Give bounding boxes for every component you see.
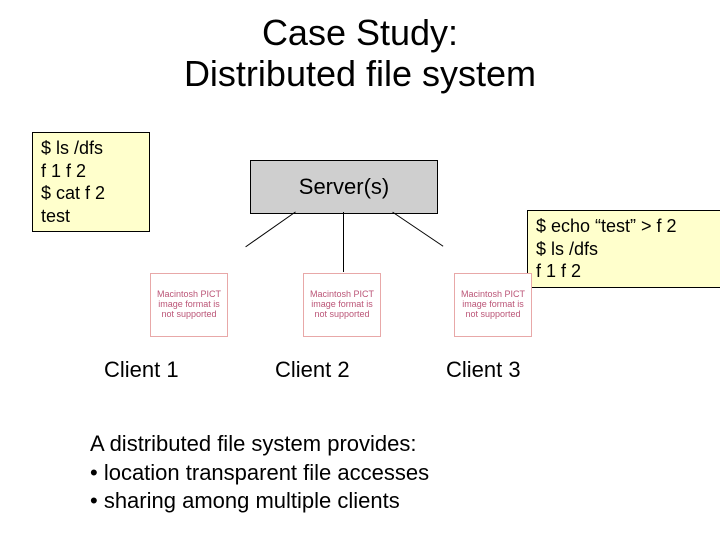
slide-title: Case Study: Distributed file system <box>0 12 720 95</box>
server-label: Server(s) <box>299 174 389 200</box>
pict-text: Macintosh PICT image format is not suppo… <box>308 290 376 320</box>
title-line-2: Distributed file system <box>184 53 536 94</box>
body-bullet-1: • location transparent file accesses <box>90 460 429 485</box>
terminal-callout-right: $ echo “test” > f 2 $ ls /dfs f 1 f 2 <box>527 210 720 288</box>
connector-line <box>245 211 296 247</box>
pict-placeholder: Macintosh PICT image format is not suppo… <box>150 273 228 337</box>
pict-text: Macintosh PICT image format is not suppo… <box>459 290 527 320</box>
client-3-label: Client 3 <box>446 357 521 383</box>
body-intro: A distributed file system provides: <box>90 431 416 456</box>
pict-placeholder: Macintosh PICT image format is not suppo… <box>303 273 381 337</box>
terminal-callout-left: $ ls /dfs f 1 f 2 $ cat f 2 test <box>32 132 150 232</box>
connector-line <box>392 211 443 246</box>
pict-text: Macintosh PICT image format is not suppo… <box>155 290 223 320</box>
server-box: Server(s) <box>250 160 438 214</box>
client-2-label: Client 2 <box>275 357 350 383</box>
client-1-label: Client 1 <box>104 357 179 383</box>
body-text: A distributed file system provides: • lo… <box>90 430 429 516</box>
connector-line <box>343 212 344 272</box>
body-bullet-2: • sharing among multiple clients <box>90 488 400 513</box>
title-line-1: Case Study: <box>262 12 458 53</box>
pict-placeholder: Macintosh PICT image format is not suppo… <box>454 273 532 337</box>
